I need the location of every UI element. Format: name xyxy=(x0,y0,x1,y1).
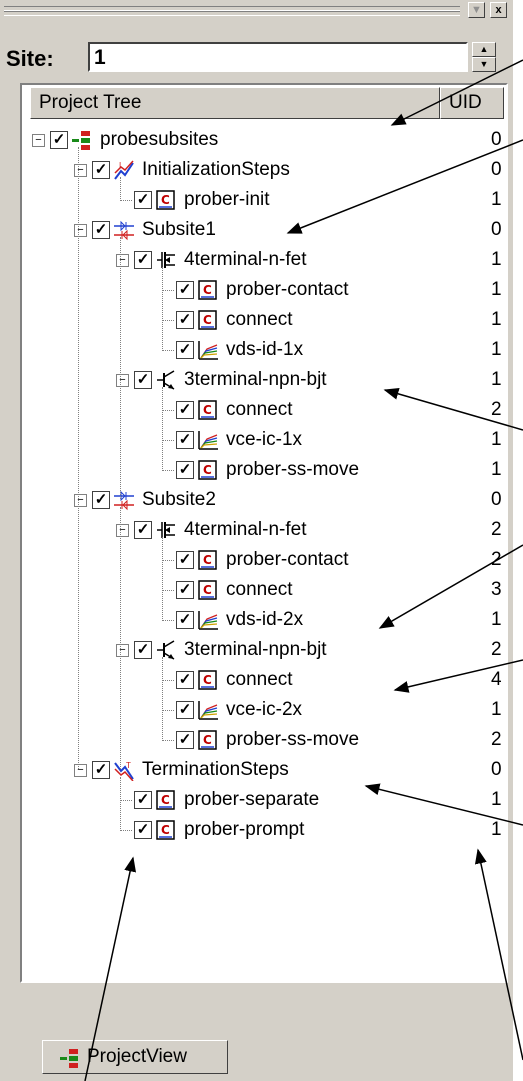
callout-arrow-8 xyxy=(84,856,137,1081)
callout-arrow-2 xyxy=(286,139,523,234)
callout-arrow-7 xyxy=(474,848,523,1061)
callout-arrow-6 xyxy=(364,783,523,826)
callout-arrow-3 xyxy=(383,387,523,431)
callout-arrow-1 xyxy=(390,59,523,126)
callout-arrow-5 xyxy=(393,659,523,693)
callout-arrows xyxy=(84,59,523,1081)
callout-arrow-4 xyxy=(378,544,523,629)
